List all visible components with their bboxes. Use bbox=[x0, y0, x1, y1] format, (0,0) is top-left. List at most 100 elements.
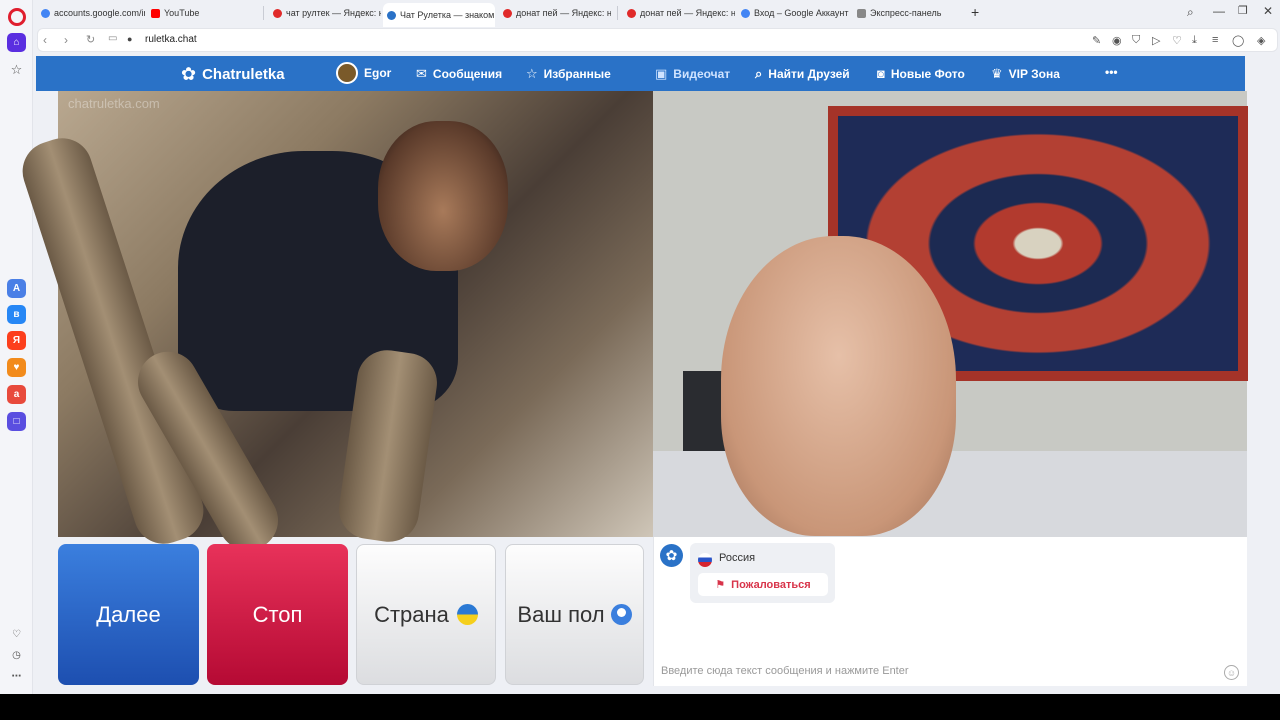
yandex-icon[interactable]: Я bbox=[7, 331, 26, 350]
country-button[interactable]: Страна bbox=[356, 544, 496, 685]
logo-text: Chatruletka bbox=[202, 66, 285, 83]
tab[interactable]: accounts.google.com/info bbox=[37, 3, 145, 23]
user-name: Egor bbox=[364, 66, 392, 80]
url-text[interactable]: ruletka.chat bbox=[145, 34, 197, 45]
nav-find-friends[interactable]: ⌕ Найти Друзей bbox=[755, 66, 850, 82]
lock-icon: ● bbox=[127, 34, 133, 44]
stop-button[interactable]: Стоп bbox=[207, 544, 348, 685]
tab[interactable]: донат пей — Яндекс: нал bbox=[499, 3, 611, 23]
app-icon[interactable]: a bbox=[7, 385, 26, 404]
gender-label: Ваш пол bbox=[517, 601, 605, 627]
heart-icon[interactable]: ♡ bbox=[7, 625, 26, 644]
person-head bbox=[378, 121, 508, 271]
app-store-icon[interactable]: A bbox=[7, 279, 26, 298]
more-icon[interactable]: ⋯ bbox=[7, 667, 26, 686]
nav-messages[interactable]: ✉ Сообщения bbox=[416, 66, 502, 82]
profile-icon[interactable]: ◯ bbox=[1232, 34, 1244, 47]
tab[interactable]: YouTube bbox=[147, 3, 257, 23]
tab-separator bbox=[617, 6, 618, 20]
tab-label: Экспресс-панель bbox=[870, 8, 942, 18]
ai-icon[interactable]: □ bbox=[7, 412, 26, 431]
gender-button[interactable]: Ваш пол bbox=[505, 544, 644, 685]
nav-label: Сообщения bbox=[432, 67, 503, 81]
tab-label: Вход – Google Аккаунты bbox=[754, 8, 849, 18]
report-button[interactable]: ⚑ Пожаловаться bbox=[698, 573, 828, 596]
wallet-icon[interactable]: ◈ bbox=[1257, 34, 1265, 47]
search-icon: ⌕ bbox=[755, 66, 763, 81]
tab[interactable]: Экспресс-панель bbox=[853, 3, 963, 23]
vk-icon[interactable]: в bbox=[7, 305, 26, 324]
tab-label: чат рултек — Яндекс: нал bbox=[286, 8, 381, 18]
edit-icon[interactable]: ✎ bbox=[1092, 34, 1101, 47]
camera-icon[interactable]: ◉ bbox=[1112, 34, 1122, 47]
camera-icon: ◙ bbox=[877, 66, 885, 81]
nav-vip[interactable]: ♛ VIP Зона bbox=[991, 66, 1060, 82]
reload-icon[interactable]: ↻ bbox=[86, 33, 95, 46]
chat-input[interactable]: Введите сюда текст сообщения и нажмите E… bbox=[661, 665, 909, 677]
clock-icon[interactable]: ◷ bbox=[7, 646, 26, 665]
tab-label: accounts.google.com/info bbox=[54, 8, 145, 18]
emoji-icon[interactable]: ☺ bbox=[1224, 665, 1239, 680]
grid-icon bbox=[857, 8, 866, 18]
chat-panel: ✿ Россия ⚑ Пожаловаться Введите сюда текс… bbox=[653, 537, 1247, 686]
watermark: chatruletka.com bbox=[68, 96, 160, 111]
send-icon[interactable]: ▷ bbox=[1152, 34, 1160, 47]
country-label: Страна bbox=[374, 601, 449, 627]
nav-label: Видеочат bbox=[673, 67, 731, 81]
tab-label: донат пей — Яндекс: нал bbox=[516, 8, 611, 18]
site-logo[interactable]: ✿ Chatruletka bbox=[181, 64, 285, 85]
video-icon: ▣ bbox=[655, 66, 668, 81]
tab-active[interactable]: Чат Рулетка — знаком bbox=[383, 3, 495, 27]
tab-label: донат пей — Яндекс: нал bbox=[640, 8, 735, 18]
nav-videochat[interactable]: ▣ Видеочат bbox=[655, 66, 730, 82]
nav-new-photo[interactable]: ◙ Новые Фото bbox=[877, 66, 965, 81]
back-icon[interactable]: ‹ bbox=[43, 33, 47, 47]
nav-label: Новые Фото bbox=[890, 66, 965, 81]
tab-separator bbox=[263, 6, 264, 20]
next-button[interactable]: Далее bbox=[58, 544, 199, 685]
new-tab-button[interactable]: + bbox=[971, 4, 979, 20]
close-icon[interactable]: ✕ bbox=[1263, 4, 1273, 18]
self-video bbox=[653, 91, 1248, 537]
report-label: Пожаловаться bbox=[731, 578, 811, 591]
user-menu[interactable]: Egor bbox=[336, 62, 391, 84]
download-icon[interactable]: ⤓ bbox=[1192, 34, 1197, 47]
chatruletka-icon bbox=[387, 10, 396, 20]
tab[interactable]: Вход – Google Аккаунты bbox=[737, 3, 849, 23]
person-head bbox=[721, 236, 956, 536]
youtube-icon bbox=[151, 8, 160, 18]
nav-favorites[interactable]: ☆ Избранные bbox=[526, 66, 611, 82]
restore-icon[interactable]: ❐ bbox=[1238, 4, 1248, 17]
heart-app-icon[interactable]: ♥ bbox=[7, 358, 26, 377]
shield-icon[interactable]: ⛉ bbox=[1132, 34, 1140, 47]
yandex-icon bbox=[273, 8, 282, 18]
taskbar-area bbox=[0, 694, 1280, 720]
nav-label: Избранные bbox=[543, 67, 611, 81]
avatar bbox=[336, 62, 358, 84]
tab-icon[interactable]: ▭ bbox=[108, 33, 117, 44]
opera-sidebar: ⌂ ☆ A в Я ♥ a □ ♡ ◷ ⋯ bbox=[0, 0, 33, 694]
site-header: ✿ Chatruletka Egor ✉ Сообщения ☆ Избранные … bbox=[36, 56, 1245, 91]
partner-video: chatruletka.com bbox=[14, 91, 653, 562]
tab-label: YouTube bbox=[164, 8, 200, 18]
opera-logo-icon[interactable] bbox=[8, 8, 26, 26]
address-bar: ‹ › ↻ ▭ ● ruletka.chat ✎ ◉ ⛉ ▷ ♡ ⤓ ≡ ◯ ◈ bbox=[37, 28, 1278, 52]
heart-icon[interactable]: ♡ bbox=[1172, 34, 1182, 47]
yandex-icon bbox=[627, 8, 636, 18]
minimize-icon[interactable]: — bbox=[1213, 4, 1225, 18]
logo-icon: ✿ bbox=[181, 64, 197, 84]
menu-icon[interactable]: ≡ bbox=[1212, 34, 1218, 46]
google-icon bbox=[41, 8, 50, 18]
partner-info-card: Россия ⚑ Пожаловаться bbox=[690, 543, 835, 603]
search-tabs-icon[interactable]: ⌕ bbox=[1187, 5, 1194, 20]
flag-icon: ⚑ bbox=[715, 579, 726, 591]
more-menu-button[interactable]: ••• bbox=[1105, 65, 1118, 79]
forward-icon[interactable]: › bbox=[64, 33, 68, 47]
russia-flag-icon bbox=[698, 553, 712, 567]
star-icon[interactable]: ☆ bbox=[7, 60, 26, 79]
ukraine-flag-icon bbox=[456, 604, 478, 625]
screen: ⌂ ☆ A в Я ♥ a □ ♡ ◷ ⋯ accounts.google.co… bbox=[0, 0, 1280, 720]
tab[interactable]: донат пей — Яндекс: нал bbox=[623, 3, 735, 23]
tab[interactable]: чат рултек — Яндекс: нал bbox=[269, 3, 381, 23]
home-icon[interactable]: ⌂ bbox=[7, 33, 26, 52]
